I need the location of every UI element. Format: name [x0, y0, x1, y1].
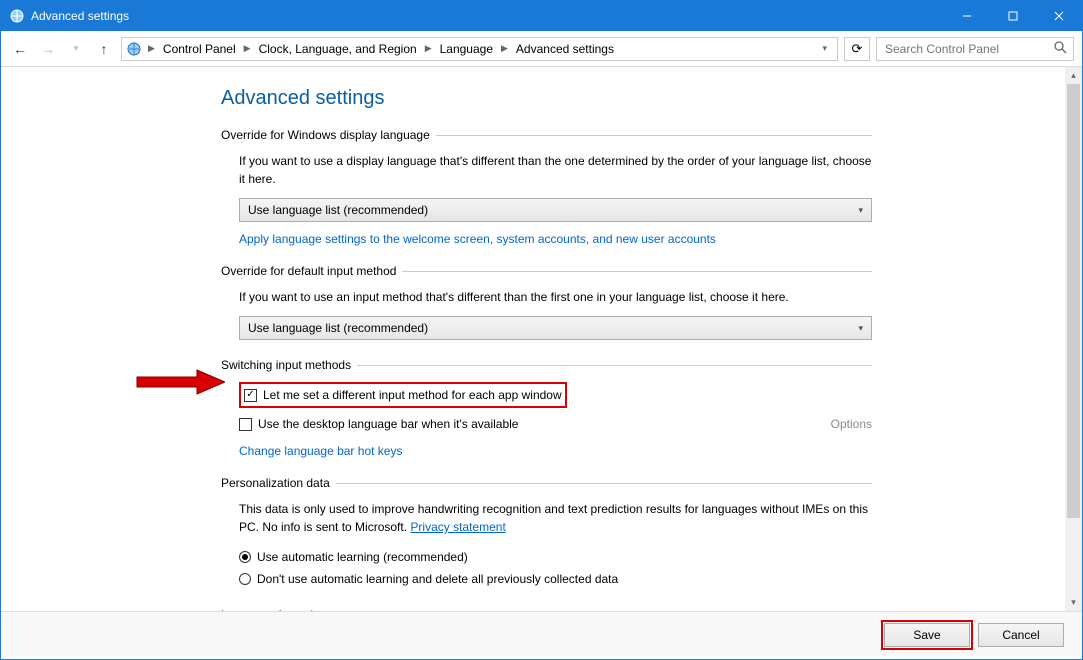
chevron-right-icon[interactable]: ▶ — [146, 43, 157, 54]
breadcrumb-item[interactable]: Advanced settings — [514, 42, 616, 56]
radio-label: Use automatic learning (recommended) — [257, 550, 468, 564]
app-icon — [9, 8, 25, 24]
save-button[interactable]: Save — [884, 623, 970, 647]
checkbox-icon — [239, 418, 252, 431]
highlight-annotation: ✓ Let me set a different input method fo… — [239, 382, 567, 408]
chevron-down-icon[interactable]: ▾ — [816, 43, 833, 54]
privacy-link[interactable]: Privacy statement — [410, 520, 505, 534]
apply-welcome-link[interactable]: Apply language settings to the welcome s… — [239, 232, 872, 246]
dropdown-value: Use language list (recommended) — [248, 203, 428, 217]
checkbox-per-app-input[interactable]: ✓ Let me set a different input method fo… — [244, 385, 562, 405]
group-label: Override for Windows display language — [221, 128, 430, 142]
scrollbar[interactable]: ▴ ▾ — [1065, 67, 1082, 611]
checkbox-label: Use the desktop language bar when it's a… — [258, 417, 518, 431]
chevron-right-icon[interactable]: ▶ — [499, 43, 510, 54]
breadcrumb-item[interactable]: Control Panel — [161, 42, 238, 56]
scrollbar-thumb[interactable] — [1067, 84, 1080, 518]
checkbox-icon: ✓ — [244, 389, 257, 402]
group-display-language: Override for Windows display language — [221, 128, 872, 142]
group-label: Personalization data — [221, 476, 330, 490]
breadcrumb-item[interactable]: Clock, Language, and Region — [257, 42, 419, 56]
breadcrumb-item[interactable]: Language — [438, 42, 495, 56]
recent-dropdown-icon[interactable]: ▾ — [65, 38, 87, 60]
page-title: Advanced settings — [221, 87, 872, 110]
chevron-right-icon[interactable]: ▶ — [242, 43, 253, 54]
radio-icon — [239, 551, 251, 563]
search-box[interactable] — [876, 37, 1074, 61]
search-icon[interactable] — [1054, 41, 1067, 57]
forward-button[interactable]: → — [37, 38, 59, 60]
input-method-dropdown[interactable]: Use language list (recommended) ▾ — [239, 316, 872, 340]
description-text: If you want to use an input method that'… — [239, 288, 872, 306]
radio-label: Don't use automatic learning and delete … — [257, 572, 618, 586]
description-text: If you want to use a display language th… — [239, 152, 872, 188]
group-label: Switching input methods — [221, 358, 351, 372]
display-language-dropdown[interactable]: Use language list (recommended) ▾ — [239, 198, 872, 222]
checkbox-language-bar[interactable]: Use the desktop language bar when it's a… — [239, 414, 518, 434]
radio-icon — [239, 573, 251, 585]
footer: Save Cancel — [1, 611, 1082, 657]
group-label: Language for web content — [221, 608, 360, 611]
search-input[interactable] — [883, 41, 1043, 57]
checkbox-label: Let me set a different input method for … — [263, 388, 562, 402]
window-title: Advanced settings — [31, 9, 944, 23]
back-button[interactable]: ← — [9, 38, 31, 60]
breadcrumb[interactable]: ▶ Control Panel ▶ Clock, Language, and R… — [121, 37, 838, 61]
chevron-right-icon[interactable]: ▶ — [423, 43, 434, 54]
chevron-down-icon: ▾ — [858, 205, 863, 216]
navbar: ← → ▾ ↑ ▶ Control Panel ▶ Clock, Languag… — [1, 31, 1082, 67]
description-text: This data is only used to improve handwr… — [239, 500, 872, 536]
hotkeys-link[interactable]: Change language bar hot keys — [239, 444, 872, 458]
radio-no-learning[interactable]: Don't use automatic learning and delete … — [239, 568, 872, 590]
dropdown-value: Use language list (recommended) — [248, 321, 428, 335]
scroll-down-icon[interactable]: ▾ — [1065, 594, 1082, 611]
main-content: Advanced settings Override for Windows d… — [1, 67, 1082, 611]
refresh-button[interactable]: ⟳ — [844, 37, 870, 61]
group-input-method: Override for default input method — [221, 264, 872, 278]
up-button[interactable]: ↑ — [93, 38, 115, 60]
group-web-content: Language for web content — [221, 608, 872, 611]
group-personalization: Personalization data — [221, 476, 872, 490]
cancel-button[interactable]: Cancel — [978, 623, 1064, 647]
group-label: Override for default input method — [221, 264, 396, 278]
options-link[interactable]: Options — [831, 417, 872, 431]
close-button[interactable] — [1036, 1, 1082, 31]
maximize-button[interactable] — [990, 1, 1036, 31]
location-icon — [126, 41, 142, 57]
group-switching-input: Switching input methods — [221, 358, 872, 372]
titlebar: Advanced settings — [1, 1, 1082, 31]
window-controls — [944, 1, 1082, 31]
scroll-up-icon[interactable]: ▴ — [1065, 67, 1082, 84]
chevron-down-icon: ▾ — [858, 323, 863, 334]
minimize-button[interactable] — [944, 1, 990, 31]
radio-auto-learning[interactable]: Use automatic learning (recommended) — [239, 546, 872, 568]
